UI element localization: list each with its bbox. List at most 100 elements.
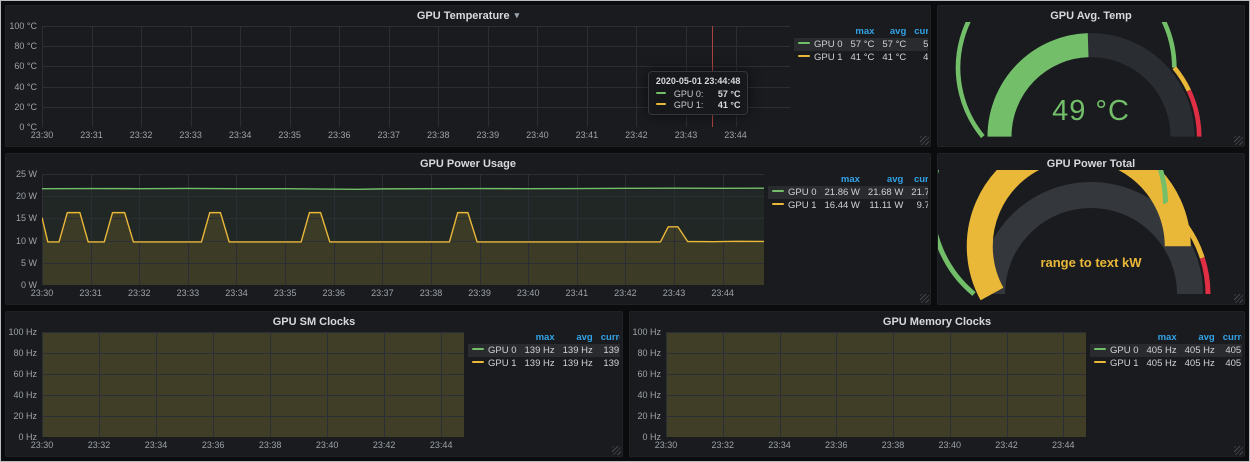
panel-resize-handle[interactable] [1234, 294, 1243, 303]
panel-title-text: GPU SM Clocks [273, 316, 356, 328]
legend-stat-value: 9.79 W [907, 199, 928, 212]
legend-header-current[interactable]: current [910, 25, 928, 38]
legend-header-avg[interactable]: avg [559, 331, 597, 344]
panel-gpu-memory-clocks: GPU Memory Clocks 0 Hz20 Hz40 Hz60 Hz80 … [629, 311, 1245, 457]
panel-gpu-avg-temp: GPU Avg. Temp 49 °C [937, 5, 1245, 147]
y-tick-label: 40 °C [6, 82, 37, 92]
legend-series-name[interactable]: GPU 0 [1110, 345, 1139, 356]
panel-header-gpu-power-usage[interactable]: GPU Power Usage [6, 154, 930, 170]
x-tick-label: 23:40 [311, 440, 343, 450]
legend-series-name[interactable]: GPU 1 [814, 52, 843, 63]
panel-header-gpu-power-total[interactable]: GPU Power Total [938, 154, 1244, 170]
x-tick-label: 23:34 [764, 440, 796, 450]
x-tick-label: 23:30 [26, 288, 58, 298]
panel-gpu-power-total: GPU Power Total range to text kW [937, 153, 1245, 305]
series-color-dash-icon [798, 55, 810, 57]
legend-stat-value: 139 Hz [559, 357, 597, 370]
series-color-dash-icon [772, 190, 784, 192]
graph-tooltip: 2020-05-01 23:44:48 GPU 0:57 °CGPU 1:41 … [648, 71, 749, 115]
legend-series-name[interactable]: GPU 1 [488, 358, 517, 369]
legend-row: GPU 0139 Hz139 Hz139 Hz [468, 344, 620, 357]
legend-header-max[interactable]: max [1143, 331, 1181, 344]
panel-resize-handle[interactable] [1234, 136, 1243, 145]
x-tick-label: 23:40 [521, 130, 553, 140]
legend-row: GPU 116.44 W11.11 W9.79 W [768, 199, 928, 212]
series-color-dash-icon [1094, 348, 1106, 350]
x-tick-label: 23:42 [991, 440, 1023, 450]
y-tick-label: 20 Hz [6, 411, 37, 421]
legend-header-avg[interactable]: avg [878, 25, 910, 38]
panel-header-gpu-avg-temp[interactable]: GPU Avg. Temp [938, 6, 1244, 22]
tooltip-series-row: GPU 0:57 °C [656, 89, 741, 99]
dashboard-row-1: GPU Temperature ▾ 2020-05-01 23:44:48 GP… [5, 5, 1245, 147]
legend-stat-value: 21.86 W [821, 186, 864, 199]
panel-resize-handle[interactable] [1234, 446, 1243, 455]
legend-row: GPU 021.86 W21.68 W21.77 W [768, 186, 928, 199]
y-tick-label: 80 Hz [6, 348, 37, 358]
mem-clocks-plot[interactable] [666, 332, 1086, 437]
legend-series-name[interactable]: GPU 0 [488, 345, 517, 356]
x-tick-label: 23:40 [934, 440, 966, 450]
x-tick-label: 23:33 [175, 130, 207, 140]
x-tick-label: 23:36 [820, 440, 852, 450]
legend-row: GPU 1139 Hz139 Hz139 Hz [468, 357, 620, 370]
legend-stat-value: 41 °C [847, 51, 879, 64]
x-tick-label: 23:36 [323, 130, 355, 140]
legend-row: GPU 1405 Hz405 Hz405 Hz [1090, 357, 1242, 370]
temperature-plot[interactable]: 2020-05-01 23:44:48 GPU 0:57 °CGPU 1:41 … [42, 26, 790, 127]
x-tick-label: 23:35 [274, 130, 306, 140]
legend-stat-value: 21.77 W [907, 186, 928, 199]
x-tick-label: 23:30 [26, 130, 58, 140]
legend-series-name[interactable]: GPU 0 [814, 39, 843, 50]
x-tick-label: 23:34 [224, 130, 256, 140]
legend-series-name[interactable]: GPU 1 [788, 200, 817, 211]
x-tick-label: 23:39 [472, 130, 504, 140]
y-tick-label: 60 Hz [630, 369, 661, 379]
legend-header-current[interactable]: current [597, 331, 620, 344]
legend-stat-value: 405 Hz [1181, 357, 1219, 370]
panel-header-gpu-sm-clocks[interactable]: GPU SM Clocks [6, 312, 622, 328]
series-color-dash-icon [798, 42, 810, 44]
legend-header-avg[interactable]: avg [864, 173, 907, 186]
x-tick-label: 23:30 [650, 440, 682, 450]
temperature-legend: maxavgcurrentGPU 057 °C57 °C57 °CGPU 141… [794, 22, 928, 143]
legend-header-current[interactable]: current [1219, 331, 1242, 344]
legend-header-max[interactable]: max [821, 173, 864, 186]
legend-stat-value: 405 Hz [1143, 344, 1181, 357]
x-tick-label: 23:32 [707, 440, 739, 450]
gauge-value-text: range to text kW [938, 255, 1244, 270]
legend-stat-value: 41 °C [878, 51, 910, 64]
x-tick-label: 23:42 [368, 440, 400, 450]
panel-header-gpu-temperature[interactable]: GPU Temperature ▾ [6, 6, 930, 22]
x-tick-label: 23:44 [425, 440, 457, 450]
legend-stat-value: 405 Hz [1219, 344, 1242, 357]
panel-menu-caret-icon[interactable]: ▾ [515, 11, 520, 20]
sm-clocks-plot[interactable] [42, 332, 464, 437]
legend-stat-value: 139 Hz [521, 357, 559, 370]
x-tick-label: 23:38 [422, 130, 454, 140]
legend-stat-value: 57 °C [878, 38, 910, 51]
legend-series-name[interactable]: GPU 1 [1110, 358, 1139, 369]
dashboard-row-3: GPU SM Clocks 0 Hz20 Hz40 Hz60 Hz80 Hz10… [5, 311, 1245, 457]
series-color-dash-icon [656, 92, 666, 94]
series-color-dash-icon [656, 103, 666, 105]
legend-header-avg[interactable]: avg [1181, 331, 1219, 344]
temperature-chart-zone: 2020-05-01 23:44:48 GPU 0:57 °CGPU 1:41 … [6, 22, 794, 143]
legend-header-max[interactable]: max [847, 25, 879, 38]
legend-series-name[interactable]: GPU 0 [788, 187, 817, 198]
panel-title-text: GPU Power Usage [420, 158, 516, 170]
legend-header-max[interactable]: max [521, 331, 559, 344]
tooltip-series-row: GPU 1:41 °C [656, 100, 741, 110]
legend-stat-value: 57 °C [910, 38, 928, 51]
legend-stat-value: 405 Hz [1181, 344, 1219, 357]
grafana-dashboard: GPU Temperature ▾ 2020-05-01 23:44:48 GP… [0, 0, 1250, 462]
power-plot[interactable] [42, 174, 764, 285]
panel-resize-handle[interactable] [612, 446, 621, 455]
panel-gpu-power-usage: GPU Power Usage 0 W5 W10 W15 W20 W25 W23… [5, 153, 931, 305]
panel-resize-handle[interactable] [920, 136, 929, 145]
panel-header-gpu-memory-clocks[interactable]: GPU Memory Clocks [630, 312, 1244, 328]
x-tick-label: 23:44 [707, 288, 739, 298]
panel-resize-handle[interactable] [920, 294, 929, 303]
legend-header-current[interactable]: current [907, 173, 928, 186]
y-tick-label: 5 W [6, 258, 37, 268]
